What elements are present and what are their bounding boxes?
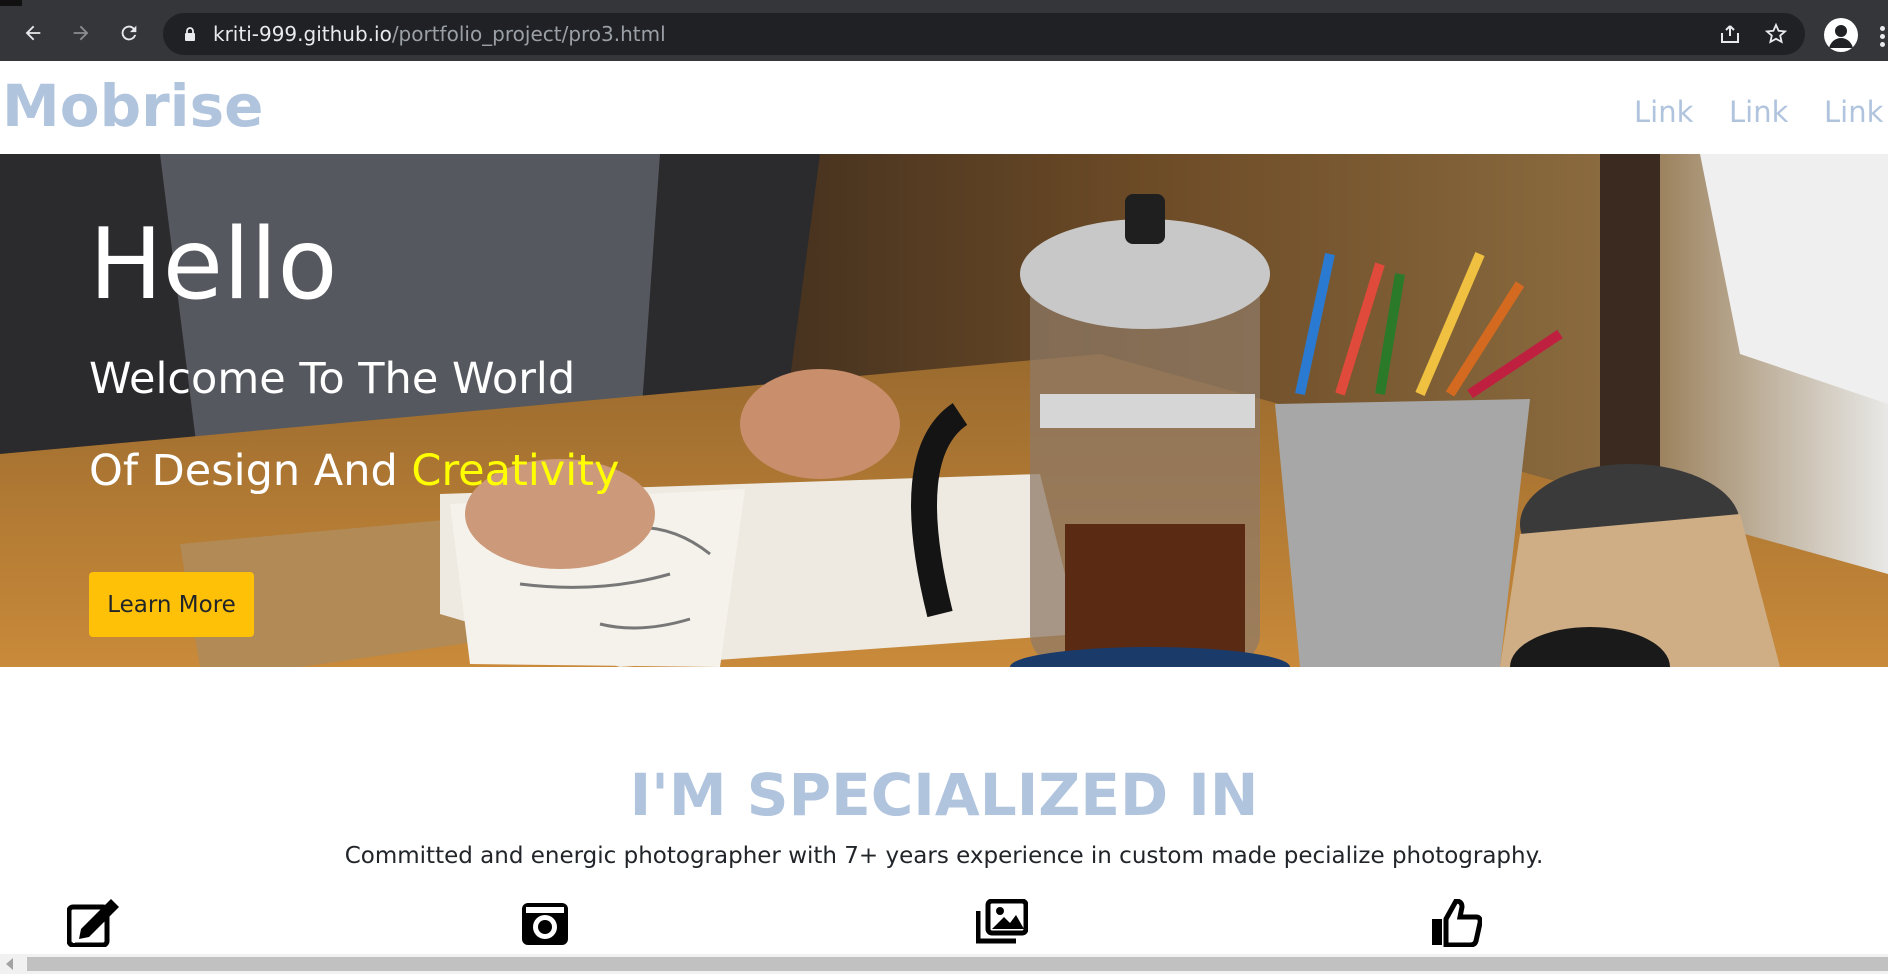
url-host: kriti-999.github.io bbox=[213, 22, 392, 46]
nav-link-3[interactable]: Link bbox=[1824, 95, 1883, 129]
brand-logo[interactable]: Mobrise bbox=[2, 72, 263, 140]
url-text[interactable]: kriti-999.github.io/portfolio_project/pr… bbox=[213, 22, 666, 46]
learn-more-button[interactable]: Learn More bbox=[89, 572, 254, 637]
specialized-heading: I'M SPECIALIZED IN bbox=[629, 761, 1259, 829]
scroll-left-icon[interactable] bbox=[6, 958, 13, 970]
profile-icon bbox=[1829, 25, 1853, 48]
site-navbar: Mobrise Link Link Link bbox=[0, 61, 1888, 154]
forward-button[interactable] bbox=[62, 14, 100, 52]
back-arrow-icon bbox=[25, 25, 41, 41]
hero-title: Hello bbox=[89, 208, 338, 322]
reload-icon bbox=[121, 25, 137, 41]
edit-icon bbox=[67, 899, 119, 947]
camera-icon bbox=[522, 903, 568, 945]
address-bar[interactable]: kriti-999.github.io/portfolio_project/pr… bbox=[163, 13, 1805, 55]
hero-tagline-prefix: Of Design And bbox=[89, 446, 412, 496]
forward-arrow-icon bbox=[73, 25, 89, 41]
share-icon[interactable] bbox=[1718, 22, 1742, 46]
profile-avatar[interactable] bbox=[1824, 18, 1858, 52]
scrollbar-thumb[interactable] bbox=[27, 957, 1888, 971]
back-button[interactable] bbox=[14, 14, 52, 52]
specialized-subtitle: Committed and energic photographer with … bbox=[344, 843, 1544, 869]
hero-tagline-line2: Of Design And Creativity bbox=[89, 446, 620, 496]
url-path: /portfolio_project/pro3.html bbox=[391, 22, 666, 46]
hero-highlight-word: Creativity bbox=[411, 446, 620, 496]
images-icon bbox=[976, 899, 1028, 944]
horizontal-scrollbar[interactable] bbox=[0, 954, 1888, 974]
page-viewport: Mobrise Link Link Link Hello Welcome To … bbox=[0, 61, 1888, 954]
nav-link-1[interactable]: Link bbox=[1634, 95, 1693, 129]
lock-icon bbox=[185, 27, 195, 41]
hero-section: Hello Welcome To The World Of Design And… bbox=[0, 154, 1888, 667]
browser-menu-icon[interactable] bbox=[1880, 26, 1888, 50]
star-icon[interactable] bbox=[1764, 22, 1788, 46]
reload-button[interactable] bbox=[110, 14, 148, 52]
browser-toolbar: kriti-999.github.io/portfolio_project/pr… bbox=[0, 6, 1888, 61]
thumbs-up-icon bbox=[1432, 899, 1482, 947]
nav-link-2[interactable]: Link bbox=[1729, 95, 1788, 129]
hero-tagline-line1: Welcome To The World bbox=[89, 354, 576, 404]
